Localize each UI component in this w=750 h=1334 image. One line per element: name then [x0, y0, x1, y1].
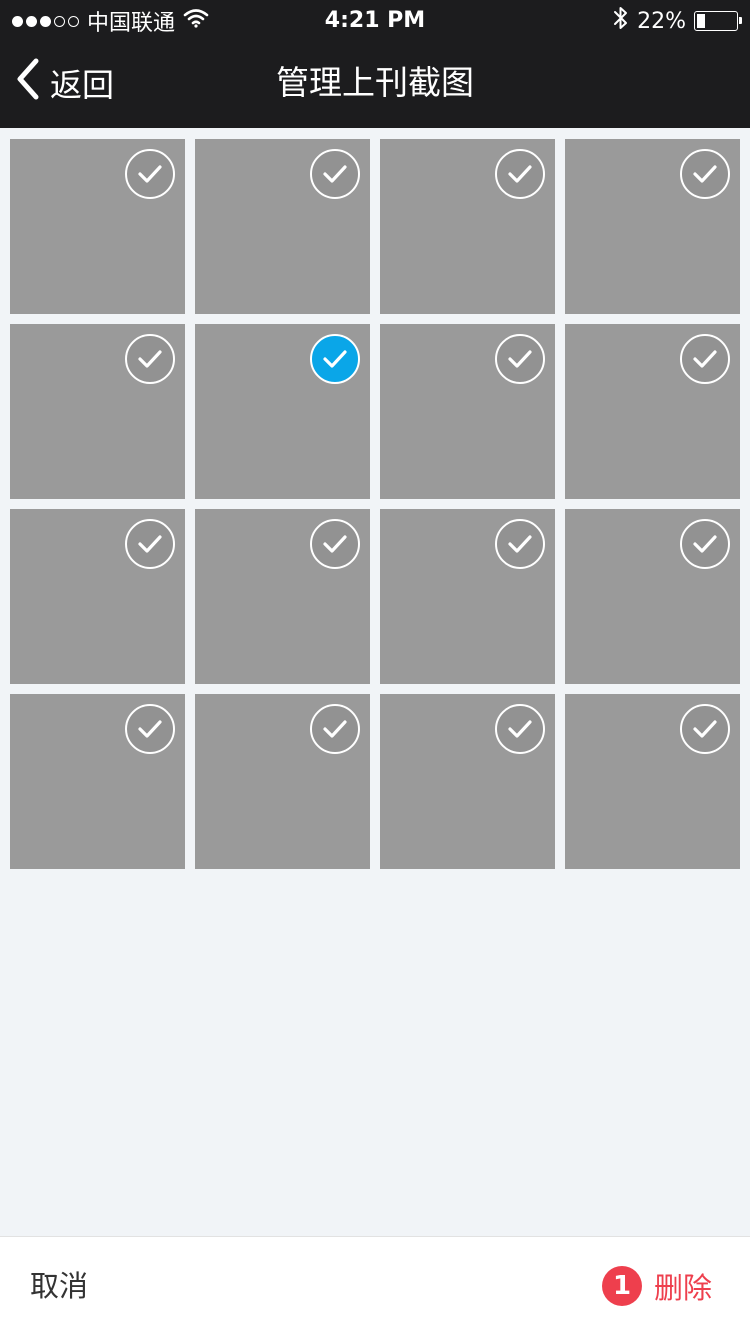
checkmark-selected-icon[interactable]	[310, 334, 360, 384]
bluetooth-icon	[613, 5, 629, 37]
cancel-button[interactable]: 取消	[30, 1237, 88, 1334]
top-bar: 中国联通 4:21 PM 22% 返回 管理上刊截图	[0, 0, 750, 128]
screenshot-thumbnail[interactable]	[10, 139, 185, 314]
screenshot-thumbnail[interactable]	[565, 509, 740, 684]
checkmark-circle-icon[interactable]	[310, 704, 360, 754]
checkmark-circle-icon[interactable]	[495, 704, 545, 754]
checkmark-circle-icon[interactable]	[125, 334, 175, 384]
screenshot-thumbnail[interactable]	[10, 324, 185, 499]
checkmark-circle-icon[interactable]	[125, 149, 175, 199]
screenshot-thumbnail[interactable]	[380, 509, 555, 684]
checkmark-circle-icon[interactable]	[310, 519, 360, 569]
checkmark-circle-icon[interactable]	[680, 334, 730, 384]
checkmark-circle-icon[interactable]	[495, 334, 545, 384]
screenshot-thumbnail[interactable]	[195, 694, 370, 869]
selected-count-badge: 1	[601, 1266, 642, 1306]
screenshot-thumbnail[interactable]	[565, 324, 740, 499]
screenshot-thumbnail[interactable]	[565, 139, 740, 314]
battery-icon	[694, 11, 742, 31]
screenshot-thumbnail[interactable]	[380, 324, 555, 499]
bottom-action-bar: 取消 1 删除	[0, 1236, 750, 1334]
checkmark-circle-icon[interactable]	[125, 704, 175, 754]
checkmark-circle-icon[interactable]	[495, 149, 545, 199]
back-button[interactable]: 返回	[16, 58, 115, 108]
checkmark-circle-icon[interactable]	[310, 149, 360, 199]
screenshot-thumbnail[interactable]	[380, 694, 555, 869]
checkmark-circle-icon[interactable]	[495, 519, 545, 569]
screenshot-thumbnail[interactable]	[565, 694, 740, 869]
checkmark-circle-icon[interactable]	[680, 149, 730, 199]
battery-percent: 22%	[637, 8, 686, 34]
screenshot-grid	[10, 139, 740, 869]
screenshot-thumbnail[interactable]	[10, 694, 185, 869]
delete-label: 删除	[653, 1271, 712, 1305]
battery-level	[697, 14, 705, 28]
status-bar-right: 22%	[613, 4, 742, 38]
screenshot-thumbnail[interactable]	[380, 139, 555, 314]
checkmark-circle-icon[interactable]	[125, 519, 175, 569]
checkmark-circle-icon[interactable]	[680, 704, 730, 754]
screenshot-thumbnail[interactable]	[10, 509, 185, 684]
chevron-left-icon	[16, 58, 40, 108]
checkmark-circle-icon[interactable]	[680, 519, 730, 569]
screenshot-thumbnail[interactable]	[195, 509, 370, 684]
screenshot-thumbnail[interactable]	[195, 324, 370, 499]
back-label: 返回	[50, 66, 115, 104]
screenshot-thumbnail[interactable]	[195, 139, 370, 314]
delete-button[interactable]: 1 删除	[601, 1237, 712, 1334]
